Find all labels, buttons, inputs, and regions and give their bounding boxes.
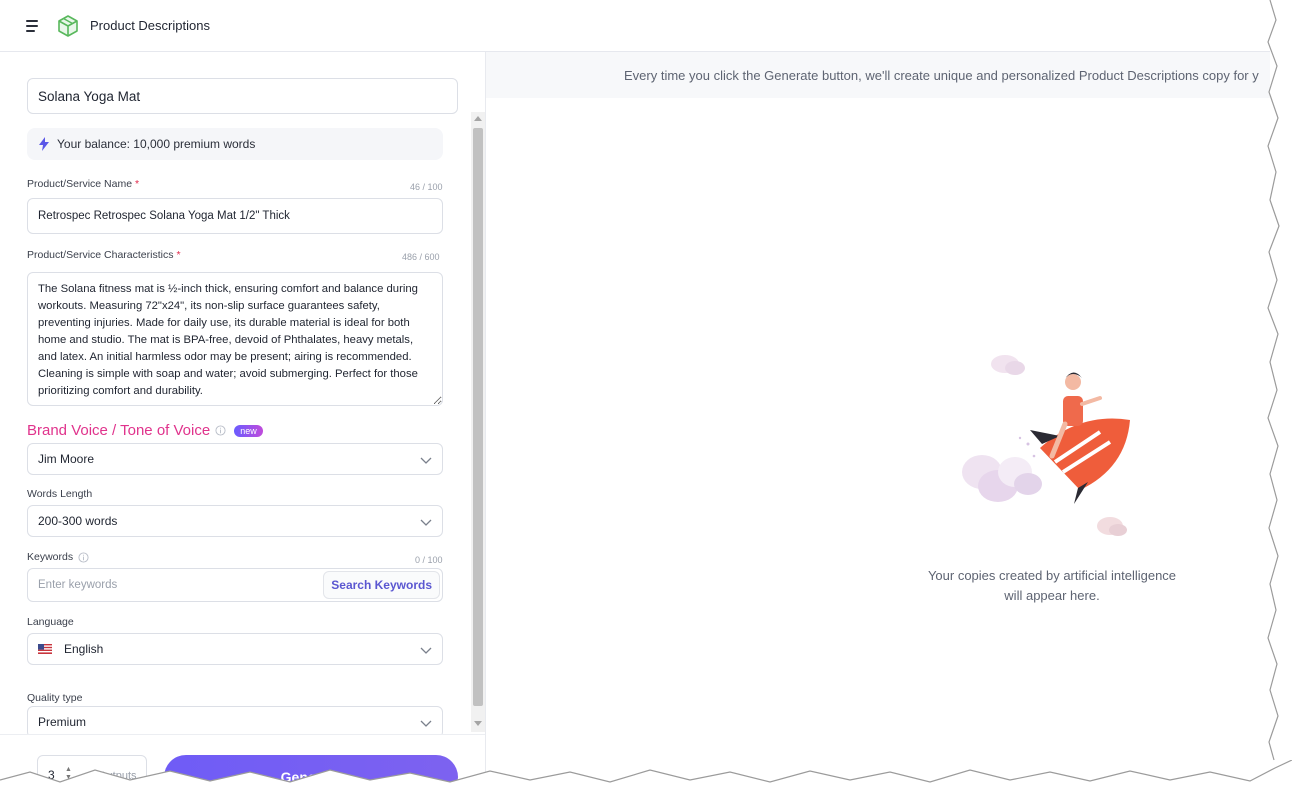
product-name-input[interactable]: [27, 198, 443, 234]
info-icon[interactable]: [78, 551, 89, 563]
brand-voice-select[interactable]: Jim Moore: [27, 443, 443, 475]
scrollbar-thumb[interactable]: [473, 128, 483, 706]
keywords-input[interactable]: [28, 569, 328, 601]
form-panel: Your balance: 10,000 premium words Produ…: [0, 52, 486, 795]
output-panel: Every time you click the Generate button…: [486, 52, 1270, 795]
lightning-icon: [39, 137, 49, 151]
search-keywords-button[interactable]: Search Keywords: [323, 571, 440, 599]
scroll-up-arrow-icon[interactable]: [474, 116, 482, 121]
quality-type-value: Premium: [38, 715, 87, 729]
chevron-down-icon: [420, 519, 432, 526]
empty-state-line-1: Your copies created by artificial intell…: [927, 568, 1177, 583]
brand-voice-title: Brand Voice / Tone of Voice: [27, 422, 211, 439]
product-name-counter: 46 / 100: [410, 182, 443, 192]
chevron-down-icon: [420, 647, 432, 654]
required-mark: *: [135, 178, 140, 190]
scroll-down-arrow-icon[interactable]: [474, 721, 482, 726]
form-scrollbar[interactable]: [471, 112, 485, 732]
chevron-down-icon: [420, 720, 432, 727]
characteristics-counter: 486 / 600: [402, 252, 440, 262]
top-header: Product Descriptions: [0, 0, 1270, 52]
empty-state-message: Your copies created by artificial intell…: [902, 566, 1202, 606]
characteristics-textarea[interactable]: The Solana fitness mat is ½-inch thick, …: [27, 272, 443, 406]
empty-state-line-2: will appear here.: [1004, 588, 1100, 603]
torn-edge-right: [1267, 0, 1292, 761]
info-banner: Every time you click the Generate button…: [486, 52, 1270, 98]
language-label: Language: [27, 616, 74, 628]
words-length-label: Words Length: [27, 488, 93, 500]
language-value: English: [64, 642, 104, 656]
box-3d-icon: [58, 14, 78, 37]
info-icon[interactable]: [215, 425, 226, 436]
torn-edge-bottom: [0, 760, 1292, 795]
balance-text: Your balance: 10,000 premium words: [57, 137, 256, 151]
language-select[interactable]: English: [27, 633, 443, 665]
rocket-rider-illustration-icon: [962, 355, 1130, 536]
new-badge: new: [234, 424, 263, 437]
quality-type-select[interactable]: Premium: [27, 706, 443, 736]
keywords-field: Search Keywords: [27, 568, 443, 602]
product-name-label: Product/Service Name *: [27, 178, 140, 190]
words-length-value: 200-300 words: [38, 514, 118, 528]
keywords-label: Keywords: [27, 551, 89, 563]
brand-voice-value: Jim Moore: [38, 452, 95, 466]
keywords-counter: 0 / 100: [415, 555, 443, 565]
brand-voice-header: Brand Voice / Tone of Voice new: [27, 422, 263, 439]
required-mark: *: [176, 249, 181, 261]
words-length-select[interactable]: 200-300 words: [27, 505, 443, 537]
characteristics-label: Product/Service Characteristics *: [27, 249, 181, 261]
hamburger-menu-icon[interactable]: [26, 19, 42, 32]
form-scroll-area[interactable]: Your balance: 10,000 premium words Produ…: [0, 116, 485, 736]
chevron-down-icon: [420, 457, 432, 464]
project-name-input[interactable]: [27, 78, 458, 114]
page-title: Product Descriptions: [90, 18, 210, 33]
quality-type-label: Quality type: [27, 692, 83, 704]
balance-banner: Your balance: 10,000 premium words: [27, 128, 443, 160]
us-flag-icon: [38, 644, 52, 654]
